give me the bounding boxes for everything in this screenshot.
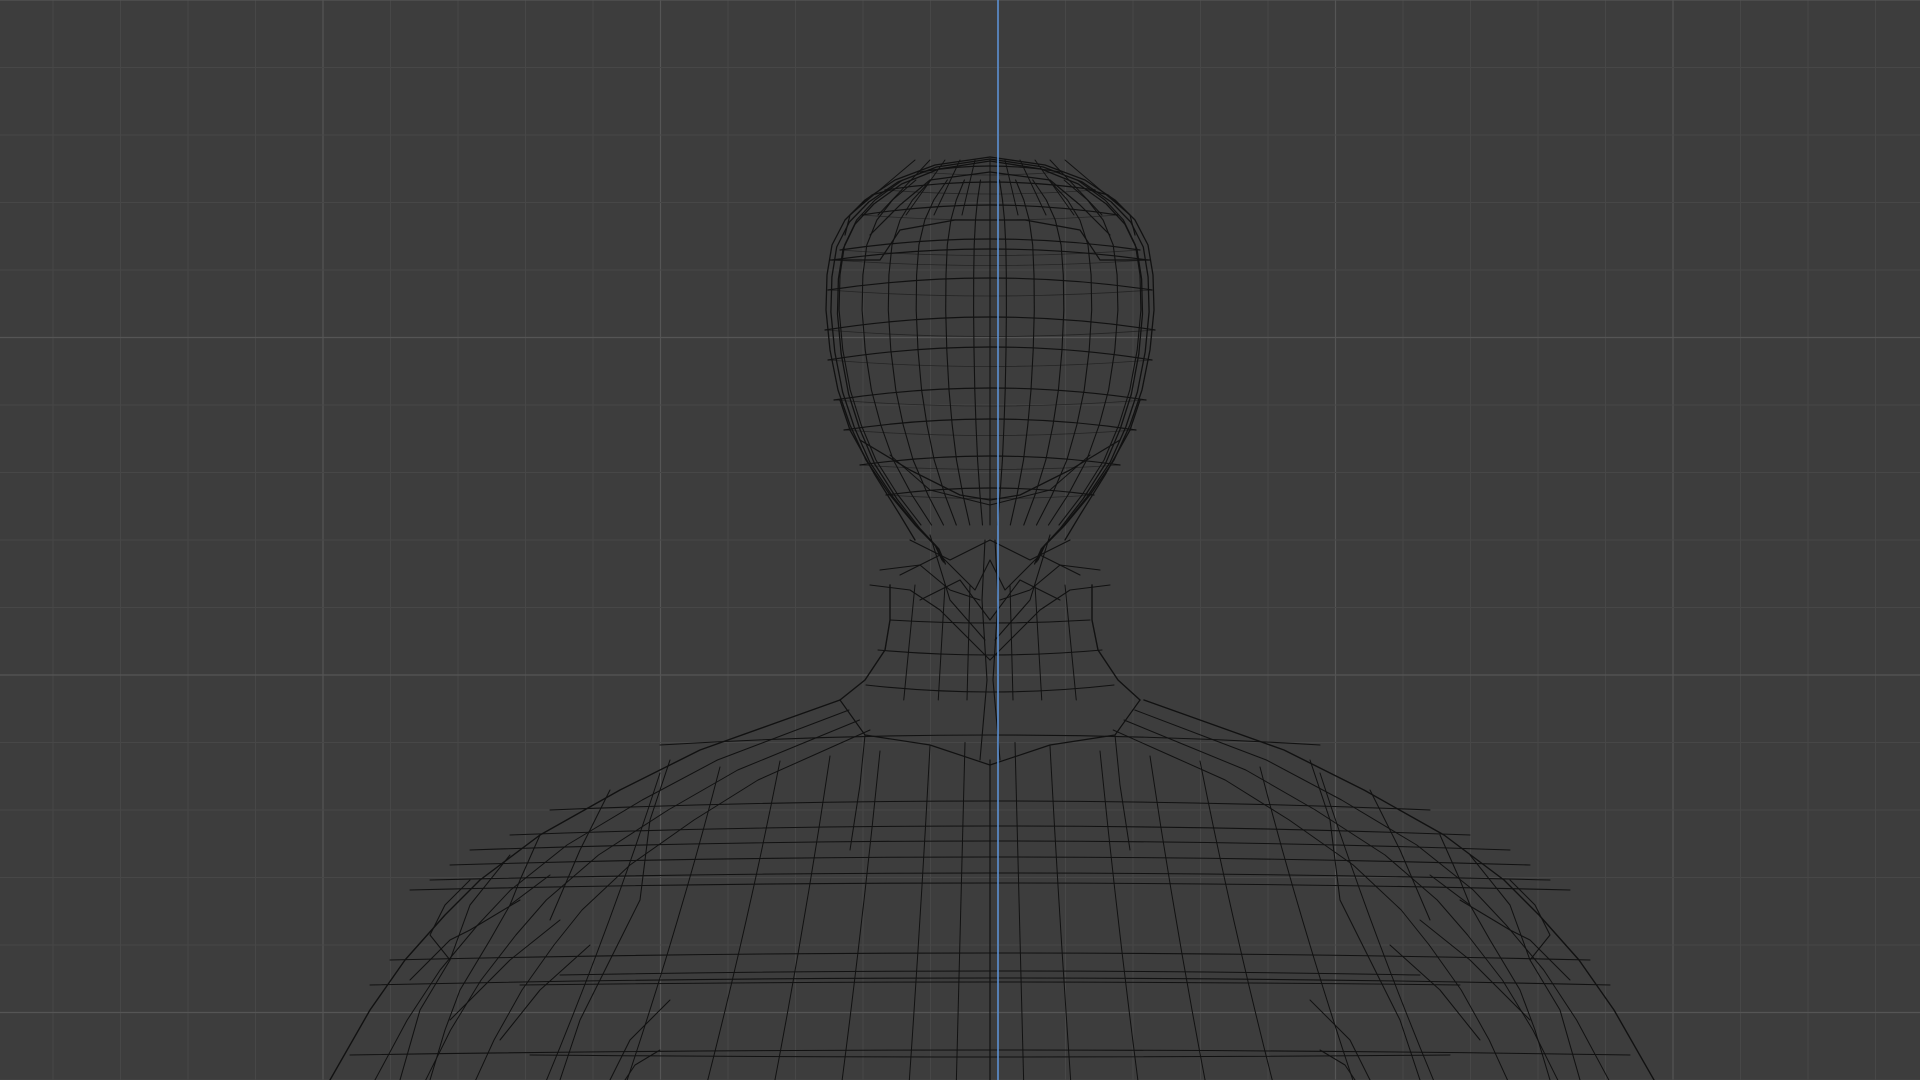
neck-loop — [877, 649, 1103, 656]
torso-meridian — [1199, 760, 1273, 1080]
neck-edge — [1009, 584, 1014, 701]
shoulder-outline — [1143, 699, 1655, 1080]
wireframe-mesh[interactable] — [329, 156, 1655, 1080]
neck-edge — [1064, 584, 1077, 701]
viewport-canvas[interactable] — [0, 0, 1920, 1080]
arm-edge — [1339, 899, 1421, 1080]
neck-edge — [899, 554, 1081, 591]
collar-edge — [839, 699, 1141, 766]
head-cap-edge — [1049, 159, 1103, 216]
neck-outline — [839, 584, 891, 701]
arm-edge — [559, 899, 641, 1080]
shoulder-outline — [329, 699, 841, 1080]
torso-meridian — [707, 760, 781, 1080]
neck-edge — [903, 584, 916, 701]
head-meridian — [915, 179, 957, 526]
3d-viewport[interactable] — [0, 0, 1920, 1080]
head-outline — [989, 156, 1155, 561]
neck-edge — [937, 584, 946, 701]
arm-edge — [1459, 899, 1571, 981]
neck-loop — [865, 684, 1115, 693]
torso-meridian — [626, 766, 721, 1080]
shoulder-contour — [1123, 719, 1559, 1080]
torso-meridian — [774, 755, 831, 1080]
arm-edge — [449, 919, 561, 1021]
neck-edge — [979, 539, 988, 761]
head-meridian — [973, 179, 984, 526]
jaw-outline — [1064, 399, 1141, 541]
arm-edge — [624, 1049, 661, 1080]
arm-edge — [1319, 1049, 1356, 1080]
neck-edge — [992, 539, 1001, 761]
neck-edge — [966, 584, 971, 701]
arm-edge — [1419, 919, 1531, 1021]
shoulder-contour — [1134, 709, 1610, 1080]
torso-meridian — [908, 745, 931, 1080]
torso-meridian — [955, 742, 966, 1080]
head-meridian — [1009, 179, 1035, 526]
neck-edge — [919, 579, 1061, 621]
head-cap-edge — [1004, 159, 1019, 216]
head-meridian — [945, 179, 971, 526]
head-outline — [825, 156, 991, 561]
torso-meridian — [1149, 755, 1206, 1080]
arm-edge — [499, 944, 591, 1041]
arm-edge — [1439, 834, 1471, 906]
jaw-outline — [839, 399, 916, 541]
torso-edge — [1114, 734, 1131, 851]
torso-meridian — [1014, 742, 1025, 1080]
torso-meridian — [1259, 766, 1354, 1080]
shoulder-contour — [425, 719, 860, 1080]
neck-edge — [1034, 584, 1043, 701]
torso-meridian — [1049, 745, 1072, 1080]
head-meridian — [1023, 179, 1065, 526]
head-cap-edge — [877, 159, 931, 216]
head-cap-edge — [961, 159, 976, 216]
arm-edge — [1429, 874, 1551, 1080]
torso-loop — [659, 734, 1321, 746]
head-meridian — [996, 179, 1007, 526]
shoulder-contour — [374, 709, 850, 1080]
shoulder-contour — [475, 729, 871, 1080]
torso-meridian — [841, 750, 881, 1080]
